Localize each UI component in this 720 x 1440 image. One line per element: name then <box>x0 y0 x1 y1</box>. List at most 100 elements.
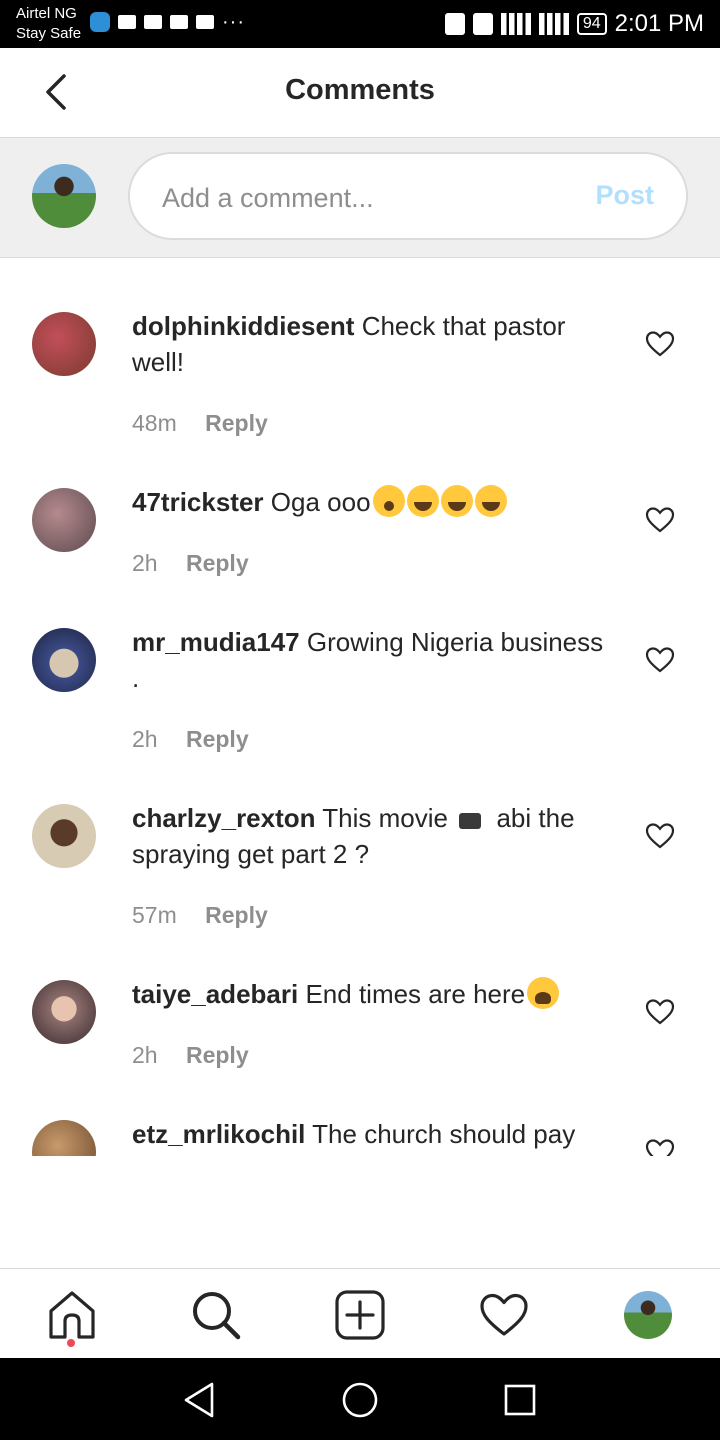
n-icon <box>170 15 188 29</box>
nav-activity[interactable] <box>478 1289 530 1341</box>
volume-icon <box>196 15 214 29</box>
nav-new-post[interactable] <box>334 1289 386 1341</box>
heart-icon <box>645 647 675 673</box>
carrier-slogan: Stay Safe <box>16 25 82 42</box>
home-icon <box>49 1291 95 1339</box>
comment-text: 47trickster Oga ooo <box>132 484 612 520</box>
shield-icon <box>90 12 110 32</box>
carrier-name: Airtel NG <box>16 5 77 22</box>
tears-of-joy-emoji-icon <box>474 485 507 517</box>
like-button[interactable] <box>644 1136 676 1156</box>
comment-username[interactable]: etz_mrlikochil <box>132 1119 305 1149</box>
system-recents-button[interactable] <box>500 1380 540 1420</box>
reply-button[interactable]: Reply <box>186 1042 249 1068</box>
nav-home[interactable] <box>46 1289 98 1341</box>
heart-icon <box>645 1139 675 1156</box>
comment-content: Oga ooo <box>270 487 371 517</box>
heart-icon <box>645 331 675 357</box>
bluetooth-icon <box>444 13 465 35</box>
avatar[interactable] <box>32 1120 96 1156</box>
bottom-nav <box>0 1268 720 1358</box>
reply-button[interactable]: Reply <box>186 726 249 752</box>
like-button[interactable] <box>644 820 676 852</box>
notification-icons: ··· <box>90 12 245 32</box>
avatar[interactable] <box>32 980 96 1044</box>
comment-time: 2h <box>132 1042 158 1068</box>
comment-box[interactable]: Post <box>128 152 688 240</box>
comment-username[interactable]: mr_mudia147 <box>132 627 300 657</box>
post-button[interactable]: Post <box>595 180 654 211</box>
movie-camera-emoji-icon <box>457 801 489 833</box>
like-button[interactable] <box>644 996 676 1028</box>
carrier-label: Airtel NG Stay Safe <box>16 4 81 44</box>
comment-input[interactable] <box>162 178 562 218</box>
more-notifications-icon: ··· <box>222 11 245 33</box>
comment-username[interactable]: 47trickster <box>132 487 264 517</box>
recents-square-icon <box>504 1384 536 1416</box>
new-post-icon <box>335 1290 385 1340</box>
header: Comments <box>0 48 720 138</box>
tears-of-joy-emoji-icon <box>440 485 473 517</box>
activity-icon <box>118 15 136 29</box>
surprised-emoji-icon <box>372 485 405 517</box>
signal-4g-icon <box>538 13 569 35</box>
comment-username[interactable]: dolphinkiddiesent <box>132 311 354 341</box>
reply-button[interactable]: Reply <box>186 550 249 576</box>
page-title: Comments <box>285 74 435 106</box>
loudly-crying-emoji-icon <box>527 977 560 1009</box>
avatar[interactable] <box>32 804 96 868</box>
comment-text: dolphinkiddiesent Check that pastor well… <box>132 308 612 380</box>
reply-button[interactable]: Reply <box>205 902 268 928</box>
comment-content-start: This movie <box>322 803 448 833</box>
home-circle-icon <box>342 1382 378 1418</box>
comment-time: 2h <box>132 550 158 576</box>
like-button[interactable] <box>644 644 676 676</box>
like-button[interactable] <box>644 504 676 536</box>
avatar[interactable] <box>32 628 96 692</box>
activity-heart-icon <box>480 1293 528 1336</box>
reply-button[interactable]: Reply <box>205 410 268 436</box>
search-icon <box>193 1292 241 1340</box>
system-home-button[interactable] <box>340 1380 380 1420</box>
comment-meta: 57m Reply <box>132 902 268 929</box>
comment-meta: 2h Reply <box>132 550 249 577</box>
nav-search[interactable] <box>190 1289 242 1341</box>
comment-meta: 2h Reply <box>132 726 249 753</box>
comment-text: taiye_adebari End times are here <box>132 976 612 1012</box>
mail-icon <box>144 15 162 29</box>
comment-meta: 2h Reply <box>132 1042 249 1069</box>
profile-avatar[interactable] <box>624 1291 672 1339</box>
comment-username[interactable]: taiye_adebari <box>132 979 298 1009</box>
comments-list[interactable]: dolphinkiddiesent Check that pastor well… <box>0 258 720 1156</box>
comment-content: End times are here <box>305 979 526 1009</box>
heart-icon <box>645 823 675 849</box>
comment-compose: Post <box>0 138 720 258</box>
comment-time: 57m <box>132 902 177 928</box>
comment-meta: 48m Reply <box>132 410 268 437</box>
comment-text: etz_mrlikochil The church should pay <box>132 1116 612 1152</box>
previous-comment-cutoff <box>0 258 720 264</box>
heart-icon <box>645 507 675 533</box>
clock: 2:01 PM <box>614 10 704 37</box>
comment-username[interactable]: charlzy_rexton <box>132 803 316 833</box>
comment-content: The church should pay <box>312 1119 576 1149</box>
comment-text: charlzy_rexton This movie abi the sprayi… <box>132 800 612 872</box>
system-nav-bar <box>0 1358 720 1440</box>
eye-icon <box>472 13 493 35</box>
like-button[interactable] <box>644 328 676 360</box>
back-triangle-icon <box>184 1382 214 1418</box>
status-right: 94 2:01 PM <box>444 10 704 38</box>
comment-time: 48m <box>132 410 177 436</box>
comment-time: 2h <box>132 726 158 752</box>
battery-icon: 94 <box>576 13 607 35</box>
avatar[interactable] <box>32 488 96 552</box>
tears-of-joy-emoji-icon <box>406 485 439 517</box>
comment-text: mr_mudia147 Growing Nigeria business . <box>132 624 612 696</box>
status-bar: Airtel NG Stay Safe ··· 94 2:01 PM <box>0 0 720 48</box>
system-back-button[interactable] <box>180 1380 220 1420</box>
signal-3g-icon <box>500 13 531 35</box>
heart-icon <box>645 999 675 1025</box>
notification-dot <box>67 1339 75 1347</box>
avatar[interactable] <box>32 312 96 376</box>
my-avatar <box>32 164 96 228</box>
